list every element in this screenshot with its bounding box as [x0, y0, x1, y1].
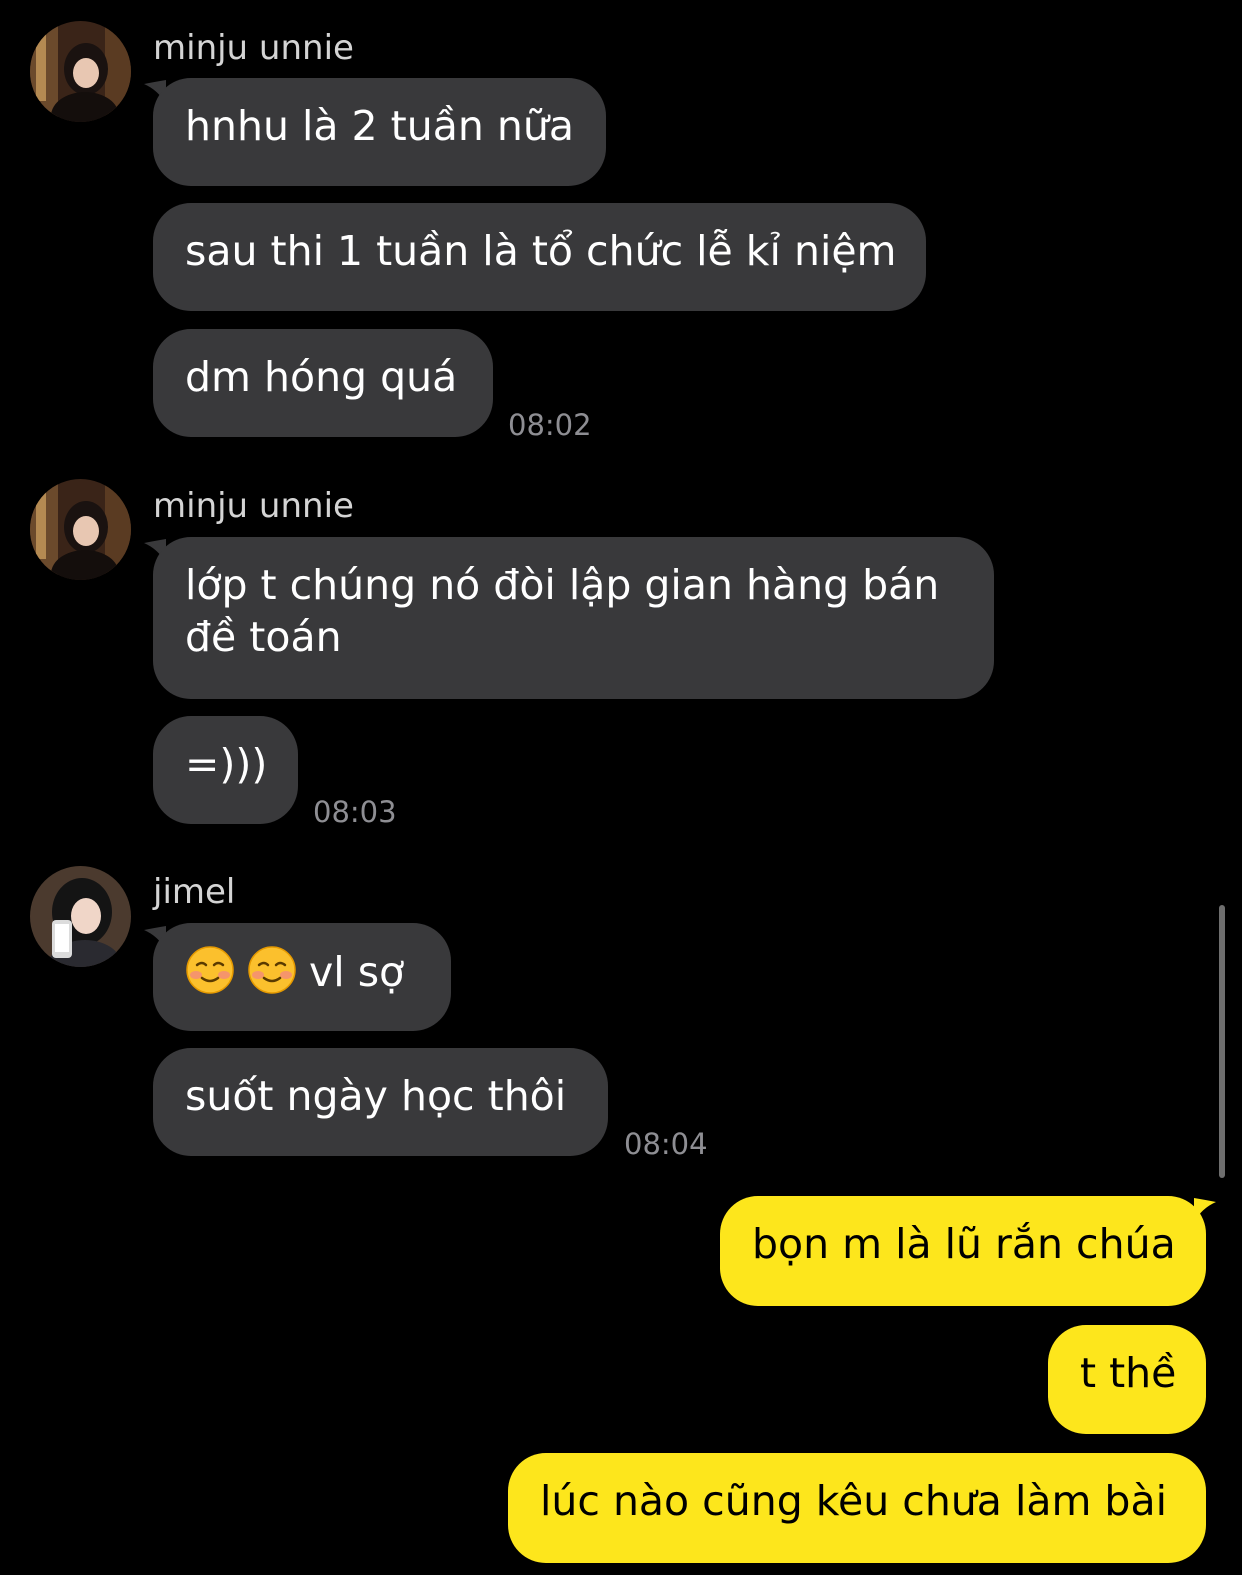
message-bubble[interactable]: hnhu là 2 tuần nữa — [153, 78, 606, 186]
message-timestamp: 08:02 — [508, 408, 592, 442]
sent-message-bubble[interactable]: bọn m là lũ rắn chúa — [720, 1196, 1206, 1306]
smiling-face-icon — [186, 946, 234, 994]
message-bubble[interactable]: sau thi 1 tuần là tổ chức lễ kỉ niệm — [153, 203, 926, 311]
message-bubble[interactable]: dm hóng quá — [153, 329, 493, 437]
sent-message-bubble[interactable]: lúc nào cũng kêu chưa làm bài — [508, 1453, 1206, 1563]
message-bubble[interactable]: =))) — [153, 716, 298, 824]
message-bubble[interactable]: lớp t chúng nó đòi lập gian hàng bán đề … — [153, 537, 994, 699]
avatar-jimel[interactable] — [30, 866, 131, 967]
smiling-face-icon — [248, 946, 296, 994]
avatar-minju-unnie[interactable] — [30, 21, 131, 122]
message-bubble[interactable]: suốt ngày học thôi — [153, 1048, 608, 1156]
sent-message-bubble[interactable]: t thề — [1048, 1325, 1206, 1434]
message-text: vl sợ — [309, 948, 405, 996]
sender-name: jimel — [153, 872, 236, 912]
message-bubble[interactable]: vl sợ — [153, 923, 451, 1031]
message-timestamp: 08:04 — [624, 1127, 708, 1161]
scrollbar[interactable] — [1219, 905, 1225, 1178]
avatar-minju-unnie[interactable] — [30, 479, 131, 580]
profile-photo-icon — [30, 866, 131, 967]
sender-name: minju unnie — [153, 28, 354, 68]
profile-photo-icon — [30, 21, 131, 122]
sender-name: minju unnie — [153, 486, 354, 526]
profile-photo-icon — [30, 479, 131, 580]
message-timestamp: 08:03 — [313, 795, 397, 829]
